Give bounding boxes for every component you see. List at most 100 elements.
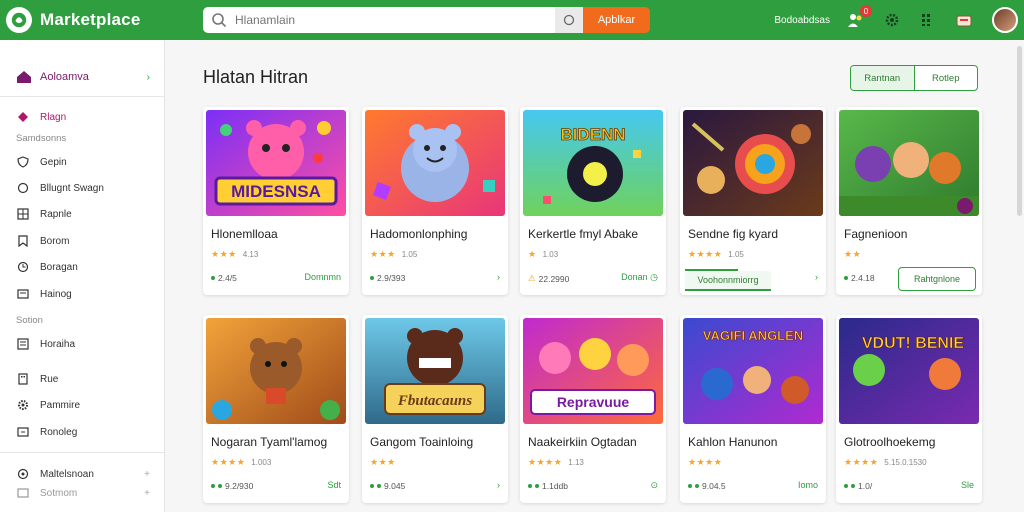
progress-fill xyxy=(685,269,739,271)
card-action-link[interactable]: Sle xyxy=(961,480,974,490)
game-title[interactable]: Fagnenioon xyxy=(844,227,907,241)
game-thumbnail[interactable] xyxy=(365,110,505,216)
get-button[interactable]: Rahtgnlone xyxy=(898,267,976,291)
sidebar-item-borom[interactable]: Borom xyxy=(16,234,150,248)
game-title[interactable]: Hadomonlonphing xyxy=(370,227,467,241)
game-card[interactable]: MIDESNSA Hlonemlloaa ★★★ 4.13 2.4/5 Domnm… xyxy=(203,107,349,295)
sidebar-item-maltelsnoan[interactable]: Maltelsnoan + xyxy=(16,467,150,481)
game-thumbnail[interactable]: MIDESNSA xyxy=(206,110,346,216)
sidebar-header[interactable]: Aoloamva › xyxy=(16,70,150,84)
search-input[interactable] xyxy=(235,13,555,27)
game-thumbnail[interactable] xyxy=(839,110,979,216)
status-dot xyxy=(218,484,222,488)
game-meta: ⚠ 22.2990 xyxy=(528,273,569,284)
game-title[interactable]: Hlonemlloaa xyxy=(211,227,278,241)
app-logo[interactable]: Marketplace xyxy=(6,7,196,33)
sidebar-item-bllugnt-swagn[interactable]: Bllugnt Swagn xyxy=(16,181,150,195)
clock-icon xyxy=(16,260,30,274)
notification-button[interactable]: 0 xyxy=(846,5,872,30)
game-thumbnail[interactable]: Repravuue xyxy=(523,318,663,424)
sidebar-item-label: Gepin xyxy=(40,156,67,168)
tab-rotlep[interactable]: Rotlep xyxy=(915,66,978,90)
art-text: MIDESNSA xyxy=(231,182,321,201)
card-action-link[interactable]: Sdt xyxy=(327,480,341,490)
game-card[interactable]: Hadomonlonphing ★★★ 1.05 2.9/393 › xyxy=(362,107,508,295)
game-card[interactable]: Fagnenioon ★★ 2.4.18 Rahtgnlone xyxy=(836,107,982,295)
sidebar-item-boragan[interactable]: Boragan xyxy=(16,260,150,274)
game-meta: 9.045 xyxy=(370,481,405,491)
box-icon xyxy=(16,425,30,439)
sidebar-item-sotmom[interactable]: Sotmom + xyxy=(16,486,150,500)
sidebar-item-rue[interactable]: Rue xyxy=(16,372,150,386)
chevron-right-icon[interactable]: › xyxy=(815,272,818,282)
progress-label: Voohonnmiorrg xyxy=(697,275,759,285)
game-meta: 9.04.5 xyxy=(688,481,726,491)
game-card[interactable]: Sendne fig kyard ★★★★ 1.05 Voohonnmiorrg … xyxy=(680,107,826,295)
top-link[interactable]: Bodoabdsas xyxy=(774,15,830,26)
game-card[interactable]: VAGIFI ANGLEN Kahlon Hanunon ★★★★ 9.04.5… xyxy=(680,315,826,503)
settings-icon xyxy=(16,467,30,481)
game-thumbnail[interactable]: VAGIFI ANGLEN xyxy=(683,318,823,424)
apps-button[interactable] xyxy=(918,10,938,30)
meta-value: 1.1ddb xyxy=(542,481,568,491)
game-title[interactable]: Gangom Toainloing xyxy=(370,435,473,449)
scrollbar[interactable] xyxy=(1017,46,1022,216)
game-meta: 2.4.18 xyxy=(844,273,875,283)
game-card[interactable]: Repravuue Naakeirkiin Ogtadan ★★★★ 1.13 1… xyxy=(520,315,666,503)
chevron-right-icon[interactable]: › xyxy=(497,480,500,490)
tab-rantnan[interactable]: Rantnan xyxy=(851,66,915,90)
bookmark-icon xyxy=(16,234,30,248)
status-dot xyxy=(844,484,848,488)
star-rating: ★★★★ 1.05 xyxy=(688,249,744,260)
game-card[interactable]: Nogaran Tyaml'lamog ★★★★ 1.003 9.2/930 Sd… xyxy=(203,315,349,503)
sidebar-item-gepin[interactable]: Gepin xyxy=(16,155,150,169)
sidebar-item-ronoleg[interactable]: Ronoleg xyxy=(16,425,150,439)
game-title[interactable]: Nogaran Tyaml'lamog xyxy=(211,435,327,449)
install-progress[interactable]: Voohonnmiorrg xyxy=(685,269,771,291)
art-text: Fbutacauns xyxy=(397,393,472,409)
game-thumbnail[interactable]: Fbutacauns xyxy=(365,318,505,424)
timer-icon[interactable]: ⊙ xyxy=(650,480,658,491)
card-action-link[interactable]: Domnmn xyxy=(304,272,341,282)
cart-button[interactable] xyxy=(954,10,974,30)
game-thumbnail[interactable]: BIDENN xyxy=(523,110,663,216)
chevron-right-icon: › xyxy=(146,71,150,83)
sidebar-item-hainog[interactable]: Hainog xyxy=(16,287,150,301)
card-action-link[interactable]: Iomo xyxy=(798,480,818,490)
sidebar-item-rapnle[interactable]: Rapnle xyxy=(16,207,150,221)
star-rating: ★★★★ 1.003 xyxy=(211,457,271,468)
sidebar-item-label: Rlagn xyxy=(40,111,67,123)
game-title[interactable]: Kerkertle fmyl Abake xyxy=(528,227,638,241)
game-card[interactable]: BIDENN Kerkertle fmyl Abake ★ 1.03 ⚠ 22.29… xyxy=(520,107,666,295)
game-title[interactable]: Naakeirkiin Ogtadan xyxy=(528,435,637,449)
home-icon xyxy=(17,71,31,83)
sidebar-item-label: Maltelsnoan xyxy=(40,468,94,480)
card-action-link[interactable]: Donan ◷ xyxy=(621,272,658,283)
star-rating: ★★★★ xyxy=(688,457,728,468)
circle-icon xyxy=(16,181,30,195)
game-card[interactable]: VDUT! BENIE Glotroolhoekemg ★★★★ 5.15.0.1… xyxy=(836,315,982,503)
search-button[interactable]: Apblkar xyxy=(583,7,650,33)
settings-button[interactable] xyxy=(882,10,902,30)
game-thumbnail[interactable]: VDUT! BENIE xyxy=(839,318,979,424)
game-thumbnail[interactable] xyxy=(683,110,823,216)
sidebar-item-pammire[interactable]: Pammire xyxy=(16,398,150,412)
game-thumbnail[interactable] xyxy=(206,318,346,424)
sidebar-item-horaiha[interactable]: Horaiha xyxy=(16,337,150,351)
status-dot xyxy=(377,484,381,488)
sidebar-item-rlagn[interactable]: Rlagn xyxy=(16,110,150,124)
game-title[interactable]: Sendne fig kyard xyxy=(688,227,778,241)
status-dot xyxy=(370,484,374,488)
game-card[interactable]: Fbutacauns Gangom Toainloing ★★★ 9.045 › xyxy=(362,315,508,503)
plus-icon[interactable]: + xyxy=(144,488,150,499)
game-title[interactable]: Kahlon Hanunon xyxy=(688,435,777,449)
chevron-right-icon[interactable]: › xyxy=(497,272,500,282)
star-rating: ★★★ xyxy=(370,457,402,468)
plus-icon[interactable]: + xyxy=(144,469,150,480)
cart-icon xyxy=(956,15,972,27)
gear-icon xyxy=(885,13,899,27)
search-filter-button[interactable] xyxy=(555,7,583,33)
game-title[interactable]: Glotroolhoekemg xyxy=(844,435,935,449)
sidebar-section-label: Sotion xyxy=(16,315,43,326)
user-avatar[interactable] xyxy=(992,7,1018,33)
